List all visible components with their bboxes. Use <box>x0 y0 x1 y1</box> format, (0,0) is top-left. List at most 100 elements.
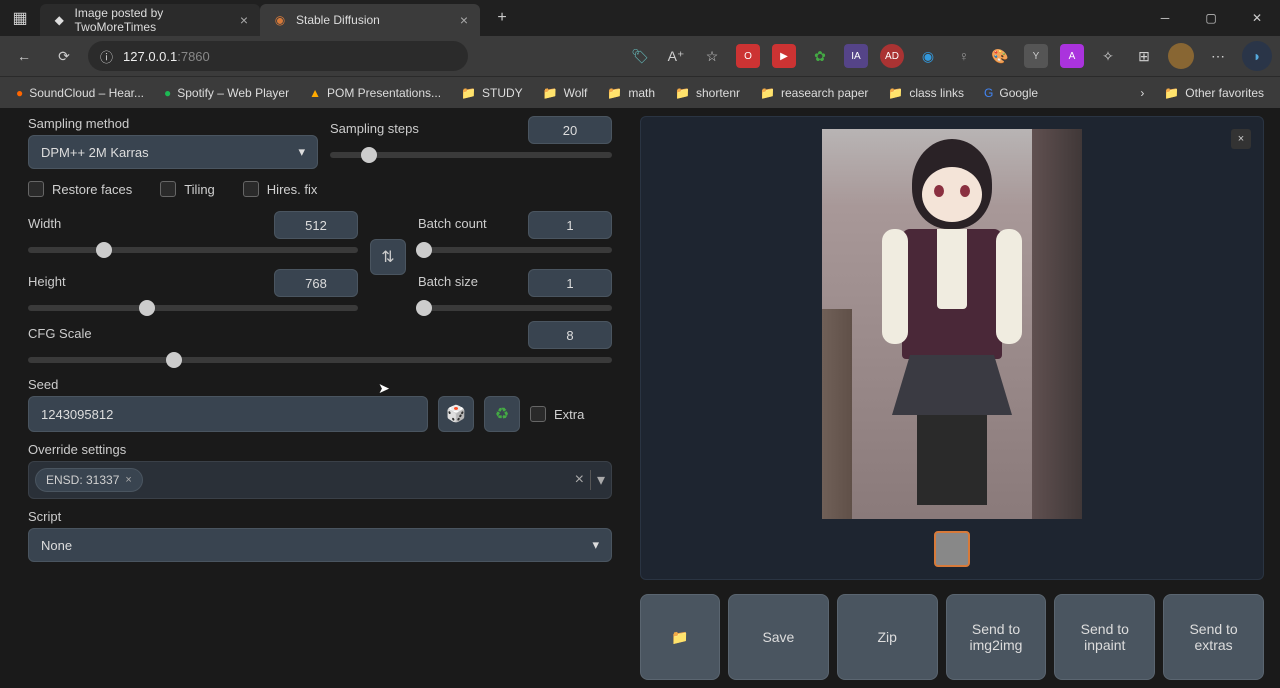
sampling-method-select[interactable]: DPM++ 2M Karras ▾ <box>28 135 318 169</box>
extra-checkbox[interactable]: Extra <box>530 406 584 422</box>
close-preview-button[interactable]: × <box>1231 129 1251 149</box>
bookmark-item[interactable]: GGoogle <box>976 82 1046 104</box>
image-preview: × <box>640 116 1264 580</box>
batch-count-label: Batch count <box>418 216 487 231</box>
ext-icon[interactable]: AD <box>880 44 904 68</box>
thumbnail[interactable] <box>934 531 970 567</box>
bookmark-folder[interactable]: 📁Wolf <box>535 82 596 104</box>
batch-size-slider[interactable] <box>418 305 612 311</box>
ext-icon[interactable]: A <box>1060 44 1084 68</box>
shopping-icon[interactable]: 🏷 <box>628 44 652 68</box>
bookmark-folder[interactable]: 📁shortenr <box>667 82 748 104</box>
other-favorites[interactable]: 📁Other favorites <box>1156 82 1272 104</box>
bookmark-folder[interactable]: 📁reasearch paper <box>752 82 876 104</box>
close-icon[interactable]: × <box>240 12 248 28</box>
new-tab-button[interactable]: + <box>486 9 518 27</box>
settings-panel: Sampling method DPM++ 2M Karras ▾ Sampli… <box>0 108 628 688</box>
height-label: Height <box>28 274 66 289</box>
bookmark-folder[interactable]: 📁math <box>599 82 663 104</box>
tab-favicon: ◆ <box>52 12 67 28</box>
collections-icon[interactable]: ⊞ <box>1132 44 1156 68</box>
cfg-scale-slider[interactable] <box>28 357 612 363</box>
favorites-icon[interactable]: ✧ <box>1096 44 1120 68</box>
remove-tag-icon[interactable]: × <box>125 474 131 486</box>
send-img2img-button[interactable]: Send to img2img <box>946 594 1047 680</box>
ext-icon[interactable]: ✿ <box>808 44 832 68</box>
tiling-checkbox[interactable]: Tiling <box>160 181 215 197</box>
maximize-button[interactable]: ▢ <box>1188 0 1234 36</box>
open-folder-button[interactable]: 📁 <box>640 594 720 680</box>
url-host: 127.0.0.1 <box>123 49 177 64</box>
batch-count-input[interactable] <box>528 211 612 239</box>
chevron-down-icon: ▾ <box>592 537 599 553</box>
ext-icon[interactable]: IA <box>844 44 868 68</box>
more-icon[interactable]: ⋯ <box>1206 44 1230 68</box>
batch-size-label: Batch size <box>418 274 478 289</box>
generated-image[interactable] <box>822 129 1082 519</box>
refresh-button[interactable]: ⟳ <box>48 40 80 72</box>
bookmark-folder[interactable]: 📁STUDY <box>453 82 531 104</box>
chevron-down-icon: ▾ <box>298 144 305 160</box>
send-extras-button[interactable]: Send to extras <box>1163 594 1264 680</box>
height-input[interactable] <box>274 269 358 297</box>
sampling-steps-input[interactable] <box>528 116 612 144</box>
batch-size-input[interactable] <box>528 269 612 297</box>
batch-count-slider[interactable] <box>418 247 612 253</box>
tab-active[interactable]: ◉ Stable Diffusion × <box>260 4 480 36</box>
profile-icon[interactable] <box>1168 43 1194 69</box>
tab-inactive[interactable]: ◆ Image posted by TwoMoreTimes × <box>40 4 260 36</box>
width-label: Width <box>28 216 61 231</box>
ext-icon[interactable]: ♀ <box>952 44 976 68</box>
tab-title: Stable Diffusion <box>296 13 380 27</box>
send-inpaint-button[interactable]: Send to inpaint <box>1054 594 1155 680</box>
swap-dimensions-button[interactable]: ⇅ <box>370 239 406 275</box>
seed-label: Seed <box>28 377 612 392</box>
restore-faces-checkbox[interactable]: Restore faces <box>28 181 132 197</box>
override-settings-input[interactable]: ENSD: 31337 × × ▾ <box>28 461 612 499</box>
save-button[interactable]: Save <box>728 594 829 680</box>
cfg-scale-label: CFG Scale <box>28 326 92 341</box>
address-bar: ← ⟳ ⓘ 127.0.0.1:7860 🏷 A⁺ ☆ O ▶ ✿ IA AD … <box>0 36 1280 76</box>
script-select[interactable]: None ▾ <box>28 528 612 562</box>
width-slider[interactable] <box>28 247 358 253</box>
read-aloud-icon[interactable]: A⁺ <box>664 44 688 68</box>
zip-button[interactable]: Zip <box>837 594 938 680</box>
height-slider[interactable] <box>28 305 358 311</box>
override-tag: ENSD: 31337 × <box>35 468 143 492</box>
close-icon[interactable]: × <box>460 12 468 28</box>
minimize-button[interactable]: ─ <box>1142 0 1188 36</box>
bing-chat-icon[interactable]: ◗ <box>1242 41 1272 71</box>
bookmark-item[interactable]: ▲POM Presentations... <box>301 82 449 104</box>
favorite-icon[interactable]: ☆ <box>700 44 724 68</box>
clear-icon[interactable]: × <box>575 471 584 489</box>
tab-actions-icon[interactable]: ▦ <box>0 0 40 36</box>
site-info-icon[interactable]: ⓘ <box>100 47 113 66</box>
bookmark-item[interactable]: ●SoundCloud – Hear... <box>8 82 152 104</box>
script-label: Script <box>28 509 612 524</box>
sampling-steps-slider[interactable] <box>330 152 612 158</box>
ext-icon[interactable]: Y <box>1024 44 1048 68</box>
cfg-scale-input[interactable] <box>528 321 612 349</box>
sampling-steps-label: Sampling steps <box>330 121 419 136</box>
ext-icon[interactable]: ◉ <box>916 44 940 68</box>
ext-icon[interactable]: 🎨 <box>988 44 1012 68</box>
ext-icon[interactable]: O <box>736 44 760 68</box>
bookmark-folder[interactable]: 📁class links <box>880 82 972 104</box>
sampling-method-label: Sampling method <box>28 116 318 131</box>
hires-fix-checkbox[interactable]: Hires. fix <box>243 181 318 197</box>
bookmark-item[interactable]: ●Spotify – Web Player <box>156 82 297 104</box>
tab-title: Image posted by TwoMoreTimes <box>75 6 232 34</box>
url-input[interactable]: ⓘ 127.0.0.1:7860 <box>88 41 468 71</box>
bookmarks-bar: ●SoundCloud – Hear... ●Spotify – Web Pla… <box>0 76 1280 108</box>
chevron-down-icon[interactable]: ▾ <box>590 470 605 490</box>
url-port: :7860 <box>177 49 210 64</box>
tab-favicon: ◉ <box>272 12 288 28</box>
bookmarks-overflow[interactable]: › <box>1132 82 1152 104</box>
width-input[interactable] <box>274 211 358 239</box>
seed-input[interactable] <box>28 396 428 432</box>
ext-icon[interactable]: ▶ <box>772 44 796 68</box>
random-seed-button[interactable]: 🎲 <box>438 396 474 432</box>
close-window-button[interactable]: ✕ <box>1234 0 1280 36</box>
reuse-seed-button[interactable]: ♻ <box>484 396 520 432</box>
back-button[interactable]: ← <box>8 40 40 72</box>
